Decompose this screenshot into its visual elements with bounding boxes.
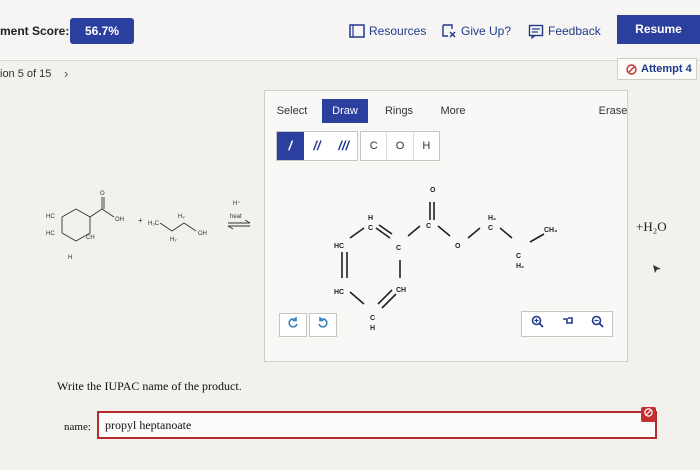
svg-text:H₂: H₂ — [178, 214, 185, 220]
triple-bond-button[interactable]: /// — [330, 132, 357, 160]
conditions-top: H⁺ — [233, 200, 241, 207]
svg-text:HC: HC — [334, 289, 344, 296]
attempt-label: Attempt 4 — [641, 63, 692, 75]
svg-text:H: H — [370, 325, 375, 332]
svg-text:HC: HC — [334, 243, 344, 250]
svg-text:CH: CH — [86, 235, 95, 241]
undo-button[interactable] — [279, 313, 307, 337]
atom-oxygen-button[interactable]: O — [387, 132, 414, 160]
atom-hydrogen-button[interactable]: H — [414, 132, 439, 160]
question-counter: ion 5 of 15 — [0, 68, 52, 80]
svg-text:C: C — [368, 225, 373, 232]
svg-text:H₂: H₂ — [516, 263, 524, 270]
product-structure: H C HC HC C CH C H O C O H₂ C C H₂ CH₃ — [334, 187, 557, 332]
tab-more[interactable]: More — [433, 99, 473, 123]
svg-text:HC: HC — [46, 214, 55, 220]
tab-rings[interactable]: Rings — [377, 99, 421, 123]
resume-button[interactable]: Resume — [617, 15, 700, 44]
reaction-arrow — [227, 219, 251, 230]
svg-text:C: C — [488, 225, 493, 232]
svg-text:O: O — [455, 243, 461, 250]
water-byproduct: +H₂O — [636, 219, 667, 234]
svg-text:C: C — [516, 253, 521, 260]
reaction-scheme: O OH HC HC CH H + H₃C H₂ H₂ OH H⁺ heat — [46, 191, 251, 261]
feedback-button[interactable]: Feedback — [528, 20, 601, 42]
resources-label: Resources — [369, 24, 427, 38]
attempt-icon — [626, 63, 637, 75]
book-icon — [349, 24, 365, 38]
mouse-cursor-icon — [652, 263, 662, 277]
svg-text:HC: HC — [46, 231, 55, 237]
iupac-name-input[interactable]: propyl heptanoate — [97, 411, 657, 439]
svg-text:OH: OH — [198, 231, 207, 237]
question-prompt: Write the IUPAC name of the product. — [57, 379, 242, 393]
svg-text:C: C — [370, 315, 375, 322]
tab-select[interactable]: Select — [271, 99, 313, 123]
error-icon — [641, 407, 656, 422]
svg-text:H: H — [68, 255, 72, 261]
tab-erase[interactable]: Erase — [593, 99, 633, 123]
feedback-icon — [528, 24, 544, 39]
attempt-button[interactable]: Attempt 4 — [617, 58, 697, 80]
svg-text:OH: OH — [115, 217, 124, 223]
tab-draw[interactable]: Draw — [322, 99, 368, 123]
undo-icon — [288, 317, 298, 328]
resources-button[interactable]: Resources — [349, 20, 426, 42]
plus-sign: + — [138, 216, 143, 225]
svg-text:C: C — [396, 245, 401, 252]
atom-toolbar: C O H — [360, 131, 440, 161]
conditions-bottom: heat — [230, 214, 242, 220]
feedback-label: Feedback — [548, 24, 601, 38]
bond-toolbar: / // /// — [276, 131, 358, 161]
atom-carbon-button[interactable]: C — [361, 132, 388, 160]
svg-text:C: C — [426, 223, 431, 230]
top-bar: ment Score: 56.7% Resources Give Up? Fee… — [0, 0, 700, 61]
svg-text:H: H — [368, 215, 373, 222]
answer-name-label: name: — [64, 421, 91, 433]
zoom-out-icon — [591, 315, 604, 328]
zoom-out-button[interactable] — [582, 312, 612, 336]
single-bond-button[interactable]: / — [277, 132, 304, 160]
assignment-score-label: ment Score: — [0, 24, 70, 38]
svg-text:CH: CH — [396, 287, 406, 294]
double-bond-button[interactable]: // — [304, 132, 331, 160]
svg-text:O: O — [430, 187, 436, 194]
give-up-label: Give Up? — [461, 24, 512, 38]
svg-text:H₃C: H₃C — [148, 221, 160, 227]
svg-text:H₂: H₂ — [170, 237, 177, 243]
svg-text:O: O — [100, 191, 105, 197]
give-up-button[interactable]: Give Up? — [441, 20, 511, 42]
give-up-icon — [442, 24, 456, 38]
assignment-score-value: 56.7% — [70, 18, 134, 44]
propanol-structure — [159, 222, 197, 232]
svg-text:CH₃: CH₃ — [544, 227, 557, 234]
next-question-chevron-icon[interactable]: › — [64, 66, 68, 81]
svg-text:H₂: H₂ — [488, 215, 496, 222]
reset-zoom-icon — [562, 317, 573, 324]
